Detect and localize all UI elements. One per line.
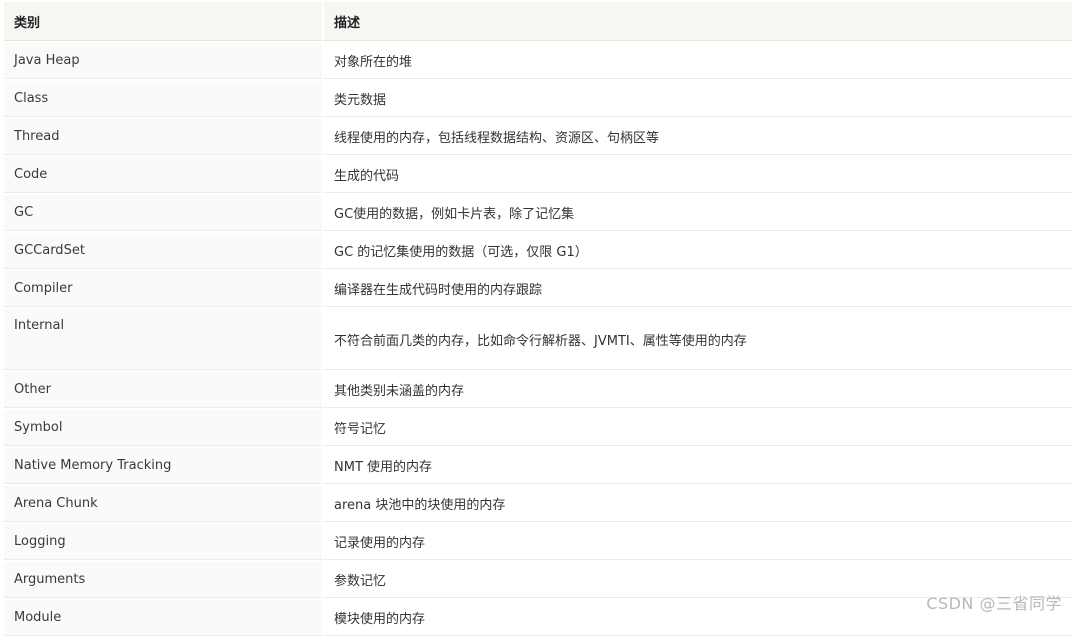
- memory-category-table: 类别 描述 Java Heap 对象所在的堆 Class 类元数据 Thread…: [2, 0, 1074, 638]
- category-cell: Thread: [4, 119, 322, 155]
- category-cell: Class: [4, 81, 322, 117]
- category-cell: Java Heap: [4, 43, 322, 79]
- table-row: Arena Chunk arena 块池中的块使用的内存: [4, 486, 1072, 522]
- description-cell: GC使用的数据，例如卡片表，除了记忆集: [324, 195, 1072, 231]
- table-row: Arguments 参数记忆: [4, 562, 1072, 598]
- table-row: Code 生成的代码: [4, 157, 1072, 193]
- table-header-row: 类别 描述: [4, 2, 1072, 41]
- description-cell: NMT 使用的内存: [324, 448, 1072, 484]
- description-cell: 线程使用的内存，包括线程数据结构、资源区、句柄区等: [324, 119, 1072, 155]
- category-cell: GCCardSet: [4, 233, 322, 269]
- table-row: Class 类元数据: [4, 81, 1072, 117]
- table-row: GCCardSet GC 的记忆集使用的数据（可选，仅限 G1）: [4, 233, 1072, 269]
- category-cell: Logging: [4, 524, 322, 560]
- description-cell: 记录使用的内存: [324, 524, 1072, 560]
- table: 类别 描述 Java Heap 对象所在的堆 Class 类元数据 Thread…: [2, 0, 1074, 638]
- table-row: Other 其他类别未涵盖的内存: [4, 372, 1072, 408]
- category-cell: Internal: [4, 309, 322, 370]
- table-row: Thread 线程使用的内存，包括线程数据结构、资源区、句柄区等: [4, 119, 1072, 155]
- description-cell: 其他类别未涵盖的内存: [324, 372, 1072, 408]
- description-cell: 符号记忆: [324, 410, 1072, 446]
- watermark: CSDN @三省同学: [926, 594, 1062, 613]
- description-cell: 对象所在的堆: [324, 43, 1072, 79]
- column-header-description: 描述: [324, 2, 1072, 41]
- description-cell: 类元数据: [324, 81, 1072, 117]
- category-cell: GC: [4, 195, 322, 231]
- category-cell: Code: [4, 157, 322, 193]
- description-cell: 生成的代码: [324, 157, 1072, 193]
- category-cell: Arena Chunk: [4, 486, 322, 522]
- description-cell: 不符合前面几类的内存，比如命令行解析器、JVMTI、属性等使用的内存: [324, 309, 1072, 370]
- description-cell: GC 的记忆集使用的数据（可选，仅限 G1）: [324, 233, 1072, 269]
- table-row: Module 模块使用的内存: [4, 600, 1072, 636]
- description-cell: 编译器在生成代码时使用的内存跟踪: [324, 271, 1072, 307]
- table-row: Native Memory Tracking NMT 使用的内存: [4, 448, 1072, 484]
- column-header-category: 类别: [4, 2, 322, 41]
- table-row: Internal 不符合前面几类的内存，比如命令行解析器、JVMTI、属性等使用…: [4, 309, 1072, 370]
- category-cell: Symbol: [4, 410, 322, 446]
- table-row: Java Heap 对象所在的堆: [4, 43, 1072, 79]
- category-cell: Native Memory Tracking: [4, 448, 322, 484]
- category-cell: Other: [4, 372, 322, 408]
- table-row: GC GC使用的数据，例如卡片表，除了记忆集: [4, 195, 1072, 231]
- category-cell: Compiler: [4, 271, 322, 307]
- table-row: Logging 记录使用的内存: [4, 524, 1072, 560]
- category-cell: Module: [4, 600, 322, 636]
- table-row: Compiler 编译器在生成代码时使用的内存跟踪: [4, 271, 1072, 307]
- category-cell: Arguments: [4, 562, 322, 598]
- table-row: Symbol 符号记忆: [4, 410, 1072, 446]
- description-cell: arena 块池中的块使用的内存: [324, 486, 1072, 522]
